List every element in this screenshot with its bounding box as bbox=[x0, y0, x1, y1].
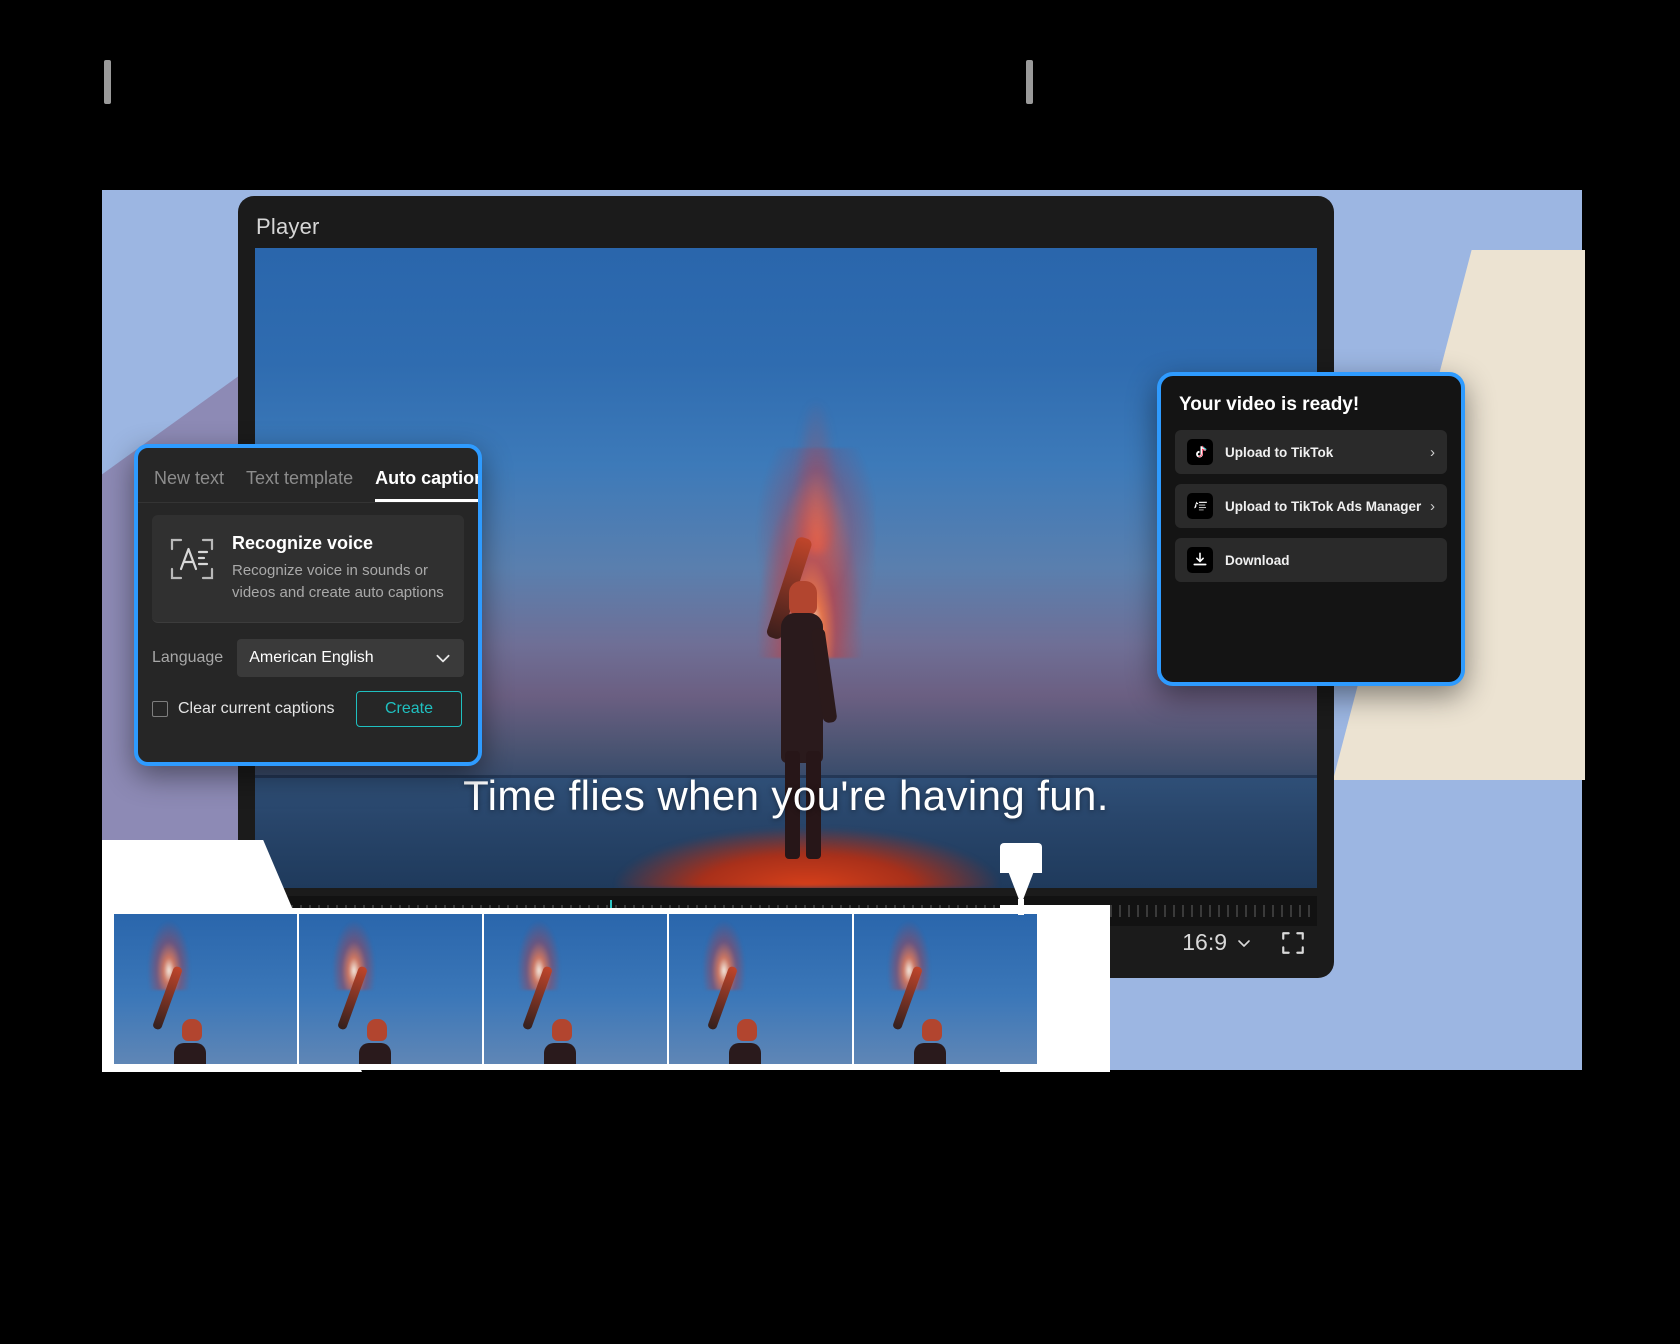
aspect-ratio-value: 16:9 bbox=[1182, 929, 1227, 955]
clear-captions-label: Clear current captions bbox=[178, 699, 335, 717]
download-button[interactable]: Download bbox=[1175, 538, 1447, 582]
recognize-voice-card: Recognize voice Recognize voice in sound… bbox=[152, 515, 464, 623]
playhead-marker[interactable] bbox=[1000, 843, 1042, 915]
filmstrip-frame[interactable] bbox=[114, 914, 297, 1064]
export-item-label: Download bbox=[1225, 552, 1290, 568]
language-select[interactable]: American English bbox=[237, 638, 464, 677]
page-title: Player bbox=[256, 214, 320, 239]
download-icon bbox=[1187, 547, 1213, 573]
filmstrip-frame[interactable] bbox=[854, 914, 1037, 1064]
card-title: Recognize voice bbox=[232, 533, 374, 553]
clear-captions-checkbox[interactable]: Clear current captions bbox=[152, 700, 335, 718]
head bbox=[789, 581, 818, 615]
chevron-down-icon bbox=[1238, 939, 1250, 947]
language-label: Language bbox=[152, 648, 224, 666]
tiktok-ads-icon bbox=[1187, 493, 1213, 519]
torso bbox=[359, 1043, 392, 1064]
timeline-filmstrip[interactable] bbox=[108, 908, 1043, 1070]
filmstrip-frame[interactable] bbox=[669, 914, 852, 1064]
head bbox=[181, 1019, 202, 1041]
language-row: Language American English bbox=[138, 623, 478, 677]
language-value: American English bbox=[249, 648, 374, 666]
playhead-stem bbox=[1018, 899, 1024, 915]
tab-auto-captions[interactable]: Auto captions bbox=[375, 468, 478, 502]
video-caption-text: Time flies when you're having fun. bbox=[463, 772, 1109, 819]
torso bbox=[544, 1043, 577, 1064]
auto-captions-panel: New text Text template Auto captions « R… bbox=[134, 444, 482, 766]
screenshot-root: Player Time flies when you're having fun… bbox=[0, 0, 1680, 1344]
filmstrip-frame[interactable] bbox=[299, 914, 482, 1064]
tab-text-template[interactable]: Text template bbox=[246, 468, 353, 502]
chevron-right-icon: › bbox=[1430, 497, 1435, 515]
card-description: Recognize voice in sounds or videos and … bbox=[232, 562, 444, 601]
head bbox=[551, 1019, 572, 1041]
playhead-head bbox=[1000, 843, 1042, 873]
create-button[interactable]: Create bbox=[355, 690, 462, 727]
captions-tab-bar: New text Text template Auto captions « bbox=[138, 448, 478, 503]
upload-to-tiktok-button[interactable]: Upload to TikTok › bbox=[1175, 430, 1447, 474]
export-panel: Your video is ready! Upload to TikTok › bbox=[1157, 372, 1465, 686]
head bbox=[366, 1019, 387, 1041]
aspect-ratio-selector[interactable]: 16:9 bbox=[1182, 929, 1252, 956]
trim-handle-right[interactable] bbox=[1026, 60, 1033, 104]
recognize-voice-icon bbox=[170, 538, 214, 580]
upload-to-tiktok-ads-manager-button[interactable]: Upload to TikTok Ads Manager › bbox=[1175, 484, 1447, 528]
torso bbox=[914, 1043, 947, 1064]
trim-handle-left[interactable] bbox=[104, 60, 111, 104]
export-panel-title: Your video is ready! bbox=[1179, 394, 1360, 415]
captions-actions: Clear current captions Create bbox=[138, 677, 478, 727]
head bbox=[921, 1019, 942, 1041]
export-item-label: Upload to TikTok Ads Manager bbox=[1225, 498, 1422, 514]
head bbox=[736, 1019, 757, 1041]
chevron-down-icon bbox=[436, 654, 450, 662]
fullscreen-icon[interactable] bbox=[1280, 930, 1306, 956]
filmstrip-frame[interactable] bbox=[484, 914, 667, 1064]
chevron-right-icon: › bbox=[1430, 443, 1435, 461]
export-item-label: Upload to TikTok bbox=[1225, 444, 1334, 460]
torso bbox=[729, 1043, 762, 1064]
torso bbox=[174, 1043, 207, 1064]
checkbox-box bbox=[152, 700, 168, 717]
player-controls: 16:9 bbox=[1182, 929, 1306, 956]
tiktok-icon bbox=[1187, 439, 1213, 465]
tab-new-text[interactable]: New text bbox=[154, 468, 224, 502]
